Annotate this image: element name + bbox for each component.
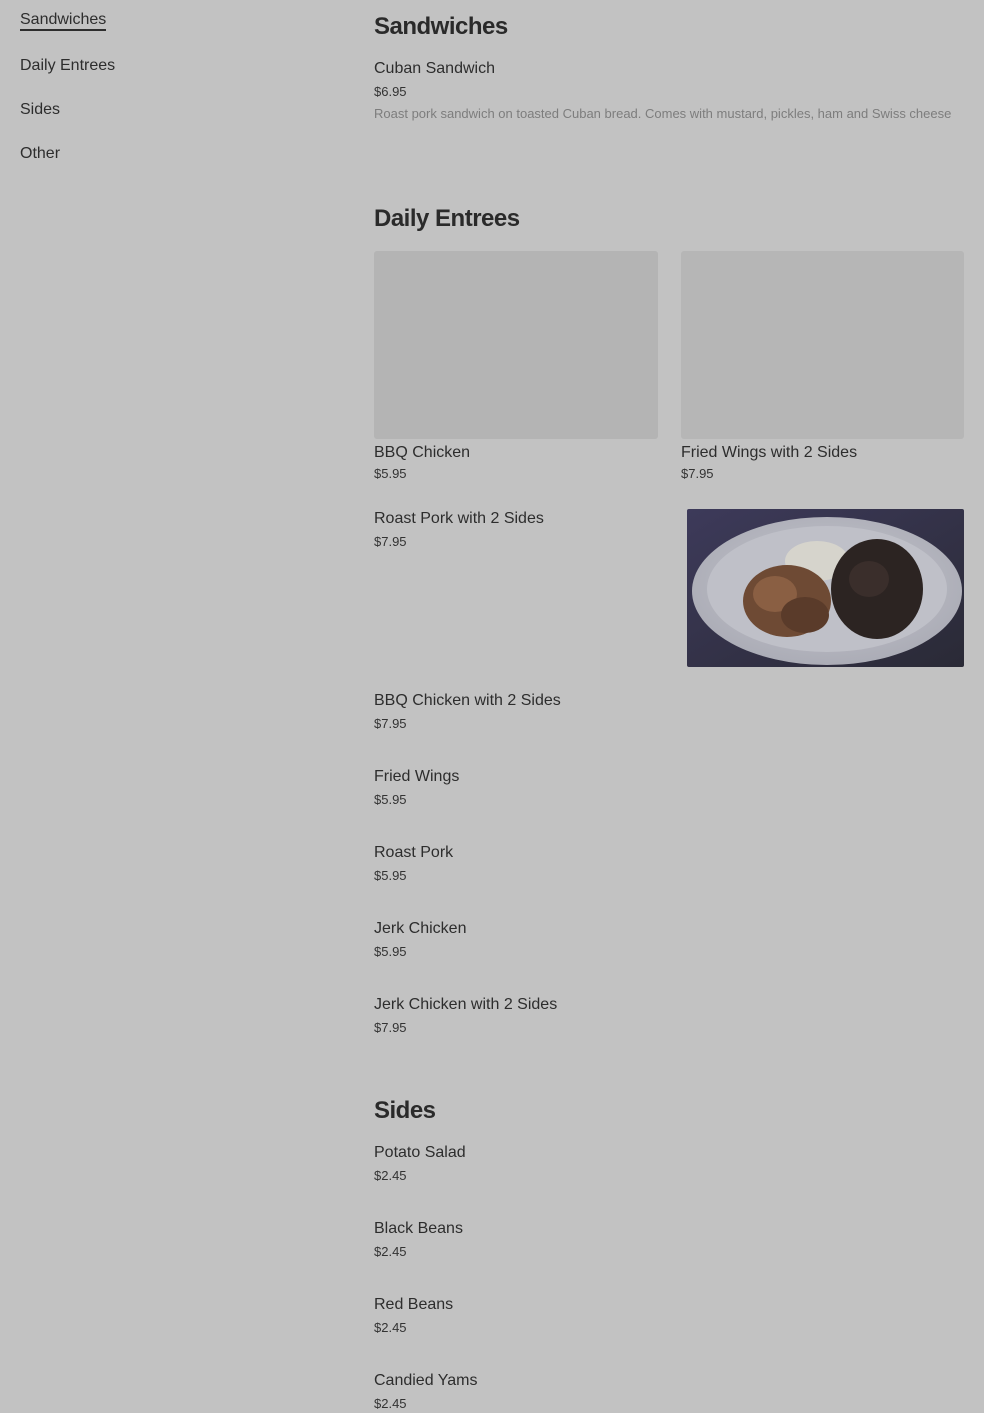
item-name: BBQ Chicken — [374, 444, 471, 461]
nav-item-label: Sandwiches — [20, 11, 107, 31]
item-price: $7.95 — [681, 466, 714, 481]
section-title-sides: Sides — [374, 1097, 436, 1124]
nav-item-label: Daily Entrees — [20, 57, 116, 74]
item-price: $5.95 — [374, 466, 407, 481]
menu-item-red-beans[interactable]: Red Beans $2.45 — [374, 1295, 453, 1336]
item-name: Fried Wings with 2 Sides — [681, 444, 858, 461]
plate-photo-illustration — [687, 509, 964, 667]
item-name: Roast Pork — [374, 844, 454, 861]
item-name: BBQ Chicken with 2 Sides — [374, 692, 561, 709]
item-price: $2.45 — [374, 1168, 407, 1183]
item-description: Roast pork sandwich on toasted Cuban bre… — [374, 106, 952, 121]
nav-item-daily-entrees[interactable]: Daily Entrees — [20, 56, 320, 76]
nav-item-sides[interactable]: Sides — [20, 100, 320, 120]
menu-item-fried-wings[interactable]: Fried Wings $5.95 — [374, 767, 459, 808]
item-photo-roast-pork-plate[interactable] — [687, 509, 964, 667]
item-price: $2.45 — [374, 1396, 407, 1411]
menu-item-roast-pork[interactable]: Roast Pork $5.95 — [374, 843, 453, 884]
menu-item-bbq-chicken-2-sides[interactable]: BBQ Chicken with 2 Sides $7.95 — [374, 691, 561, 732]
item-name: Red Beans — [374, 1296, 454, 1313]
nav-item-label: Sides — [20, 101, 61, 118]
item-price: $5.95 — [374, 868, 407, 883]
menu-item-potato-salad[interactable]: Potato Salad $2.45 — [374, 1143, 466, 1184]
category-nav: Sandwiches Daily Entrees Sides Other — [20, 10, 320, 188]
menu-item-jerk-chicken-2-sides[interactable]: Jerk Chicken with 2 Sides $7.95 — [374, 995, 557, 1036]
item-name: Fried Wings — [374, 768, 460, 785]
menu-item-cuban-sandwich[interactable]: Cuban Sandwich $6.95 Roast pork sandwich… — [374, 59, 964, 124]
item-price: $6.95 — [374, 84, 407, 99]
item-name: Cuban Sandwich — [374, 60, 495, 77]
item-price: $7.95 — [374, 1020, 407, 1035]
item-price: $2.45 — [374, 1320, 407, 1335]
section-title-sandwiches: Sandwiches — [374, 13, 508, 40]
item-price: $5.95 — [374, 944, 407, 959]
menu-item-jerk-chicken[interactable]: Jerk Chicken $5.95 — [374, 919, 466, 960]
item-name: Potato Salad — [374, 1144, 466, 1161]
menu-item-black-beans[interactable]: Black Beans $2.45 — [374, 1219, 463, 1260]
section-title-daily-entrees: Daily Entrees — [374, 205, 520, 232]
item-price: $5.95 — [374, 792, 407, 807]
nav-item-label: Other — [20, 145, 61, 162]
item-name: Jerk Chicken with 2 Sides — [374, 996, 558, 1013]
nav-item-sandwiches[interactable]: Sandwiches — [20, 10, 320, 31]
nav-item-other[interactable]: Other — [20, 144, 320, 164]
menu-card-bbq-chicken[interactable]: BBQ Chicken $5.95 — [374, 251, 658, 482]
item-name: Black Beans — [374, 1220, 463, 1237]
menu-page: Sandwiches Daily Entrees Sides Other San… — [0, 0, 984, 1413]
item-image-placeholder — [374, 251, 658, 439]
item-name: Candied Yams — [374, 1372, 478, 1389]
item-image-placeholder — [681, 251, 964, 439]
item-price: $2.45 — [374, 1244, 407, 1259]
menu-card-fried-wings-2-sides[interactable]: Fried Wings with 2 Sides $7.95 — [681, 251, 964, 482]
item-name: Jerk Chicken — [374, 920, 467, 937]
menu-item-candied-yams[interactable]: Candied Yams $2.45 — [374, 1371, 477, 1412]
item-price: $7.95 — [374, 716, 407, 731]
